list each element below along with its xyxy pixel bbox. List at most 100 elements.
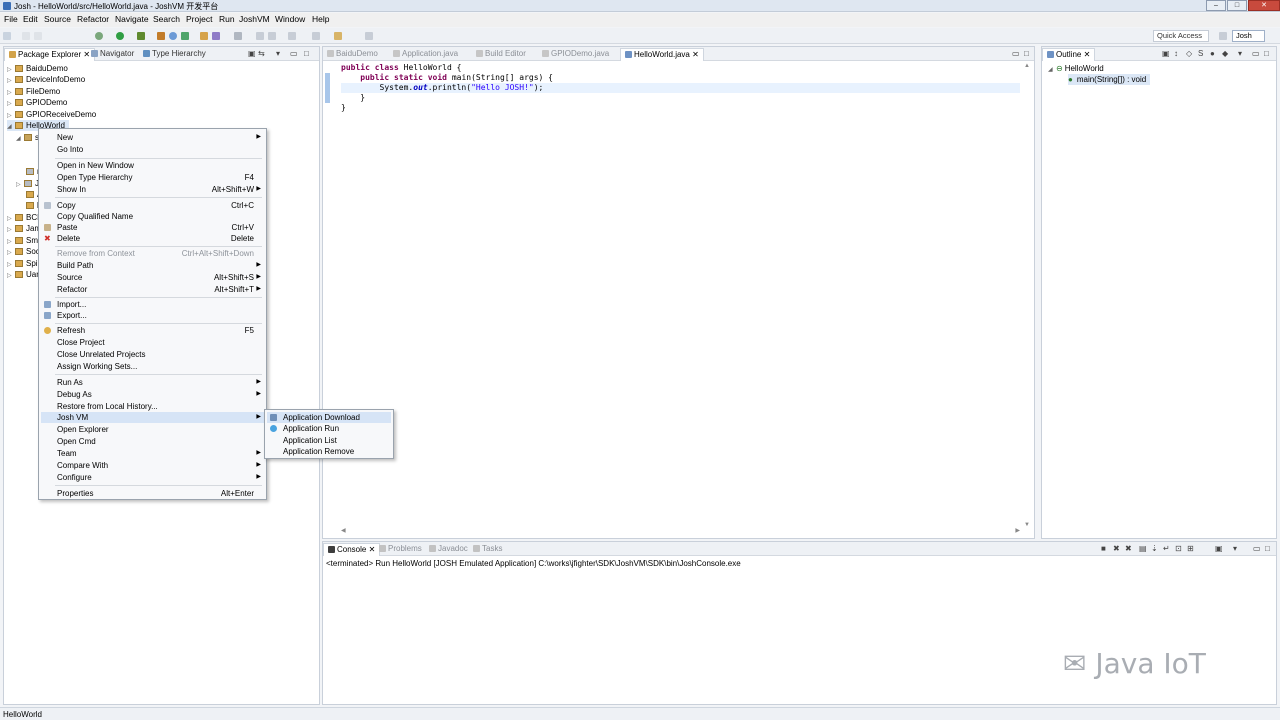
minimize-button[interactable]: – xyxy=(1206,0,1226,11)
menu-item-paste[interactable]: Paste Ctrl+V xyxy=(41,222,264,233)
submenu-application-run[interactable]: Application Run xyxy=(267,423,391,434)
back-icon[interactable] xyxy=(312,32,320,40)
menu-item-open-explorer[interactable]: Open Explorer xyxy=(41,424,264,435)
link-editor-icon[interactable]: ⇆ xyxy=(258,49,265,58)
code-area[interactable]: public class HelloWorld { public static … xyxy=(341,63,553,113)
scroll-lock-icon[interactable]: ⇣ xyxy=(1151,544,1158,553)
view-menu-icon[interactable]: ▾ xyxy=(1238,49,1242,58)
menu-item-configure[interactable]: Configure ▶ xyxy=(41,472,264,483)
scroll-left-icon[interactable]: ◀ xyxy=(341,527,346,534)
menu-item-close-project[interactable]: Close Project xyxy=(41,337,264,348)
hide-nonpublic-icon[interactable]: ● xyxy=(1210,49,1215,58)
maximize-button[interactable]: □ xyxy=(1227,0,1247,11)
tab-helloworld-java[interactable]: HelloWorld.java ✕ xyxy=(620,48,704,61)
outline-method-row[interactable]: ● main(String[]) : void xyxy=(1068,74,1151,85)
minimize-view-icon[interactable]: ▭ xyxy=(290,49,298,58)
minimize-view-icon[interactable]: ▭ xyxy=(1012,49,1020,58)
menu-item-delete[interactable]: ✖ Delete Delete xyxy=(41,233,264,244)
menu-item-refresh[interactable]: Refresh F5 xyxy=(41,325,264,336)
forward-icon[interactable] xyxy=(334,32,342,40)
outline-class-row[interactable]: ◢ ⊖ HelloWorld xyxy=(1048,63,1104,74)
menu-file[interactable]: File xyxy=(4,14,18,24)
last-edit-location-icon[interactable] xyxy=(288,32,296,40)
tree-project-filedemo[interactable]: ▷ FileDemo xyxy=(7,86,60,97)
menu-item-copy[interactable]: Copy Ctrl+C xyxy=(41,200,264,211)
search-icon[interactable] xyxy=(212,32,220,40)
menu-help[interactable]: Help xyxy=(312,14,329,24)
tab-package-explorer[interactable]: Package Explorer ✕ xyxy=(4,48,96,61)
menu-item-export[interactable]: Export... xyxy=(41,310,264,321)
next-annotation-icon[interactable] xyxy=(256,32,264,40)
new-class-icon[interactable] xyxy=(181,32,189,40)
menu-item-remove-from-context[interactable]: Remove from Context Ctrl+Alt+Shift+Down xyxy=(41,248,264,259)
tab-console[interactable]: Console ✕ xyxy=(323,543,381,556)
quick-access-input[interactable]: Quick Access xyxy=(1153,30,1209,42)
hide-fields-icon[interactable]: ◇ xyxy=(1186,49,1192,58)
tree-project-baidudemo[interactable]: ▷ BaiduDemo xyxy=(7,63,68,74)
tree-child-src[interactable]: ◢ s xyxy=(16,132,39,143)
menu-item-restore-local-history[interactable]: Restore from Local History... xyxy=(41,401,264,412)
menu-source[interactable]: Source xyxy=(44,14,71,24)
hide-local-types-icon[interactable]: ◆ xyxy=(1222,49,1228,58)
open-type-icon[interactable] xyxy=(200,32,208,40)
new-icon[interactable] xyxy=(3,32,11,40)
vertical-scrollbar[interactable]: ▲ ▼ xyxy=(1024,63,1032,528)
menu-item-josh-vm[interactable]: Josh VM ▶ xyxy=(41,412,264,423)
submenu-application-remove[interactable]: Application Remove xyxy=(267,446,391,457)
menu-joshvm[interactable]: JoshVM xyxy=(239,14,270,24)
menu-refactor[interactable]: Refactor xyxy=(77,14,109,24)
menu-search[interactable]: Search xyxy=(153,14,180,24)
word-wrap-icon[interactable]: ↵ xyxy=(1163,544,1170,553)
tab-type-hierarchy[interactable]: Type Hierarchy xyxy=(143,49,206,58)
minimize-view-icon[interactable]: ▭ xyxy=(1253,544,1261,553)
menu-item-compare-with[interactable]: Compare With ▶ xyxy=(41,460,264,471)
pin-editor-icon[interactable] xyxy=(365,32,373,40)
menu-window[interactable]: Window xyxy=(275,14,305,24)
tab-build-editor[interactable]: Build Editor xyxy=(476,49,526,58)
clear-console-icon[interactable]: ▤ xyxy=(1139,544,1147,553)
pin-console-icon[interactable]: ⊡ xyxy=(1175,544,1182,553)
tab-application-java[interactable]: Application.java xyxy=(393,49,458,58)
menu-item-copy-qualified-name[interactable]: Copy Qualified Name xyxy=(41,211,264,222)
tree-project-soc[interactable]: ▷ Soc xyxy=(7,246,40,257)
menu-item-assign-working-sets[interactable]: Assign Working Sets... xyxy=(41,361,264,372)
toggle-mark-occurrences-icon[interactable] xyxy=(234,32,242,40)
menu-run[interactable]: Run xyxy=(219,14,235,24)
debug-icon[interactable] xyxy=(95,32,103,40)
menu-item-open-type-hierarchy[interactable]: Open Type Hierarchy F4 xyxy=(41,172,264,183)
menu-item-refactor[interactable]: Refactor Alt+Shift+T ▶ xyxy=(41,284,264,295)
tab-javadoc[interactable]: Javadoc xyxy=(429,544,468,553)
collapse-arrow-icon[interactable]: ◢ xyxy=(7,122,15,133)
menu-item-open-new-window[interactable]: Open in New Window xyxy=(41,160,264,171)
menu-item-run-as[interactable]: Run As ▶ xyxy=(41,377,264,388)
scroll-up-icon[interactable]: ▲ xyxy=(1024,63,1030,69)
remove-launch-icon[interactable]: ✖ xyxy=(1113,544,1120,553)
close-tab-icon[interactable]: ✕ xyxy=(1084,50,1091,59)
display-console-icon[interactable]: ⊞ xyxy=(1187,544,1194,553)
tree-project-jam[interactable]: ▷ Jam xyxy=(7,223,41,234)
new-java-project-icon[interactable] xyxy=(157,32,165,40)
close-button[interactable]: ✕ xyxy=(1248,0,1280,11)
sort-icon[interactable]: ↕ xyxy=(1174,49,1178,58)
hide-static-icon[interactable]: S xyxy=(1198,49,1203,58)
terminate-icon[interactable]: ■ xyxy=(1101,544,1106,553)
maximize-view-icon[interactable]: □ xyxy=(1264,49,1269,58)
view-menu-icon[interactable]: ▾ xyxy=(1233,544,1237,553)
expand-arrow-icon[interactable]: ▷ xyxy=(16,180,24,191)
new-package-icon[interactable] xyxy=(169,32,177,40)
tab-outline[interactable]: Outline ✕ xyxy=(1042,48,1096,61)
expand-arrow-icon[interactable]: ▷ xyxy=(7,271,15,282)
menu-project[interactable]: Project xyxy=(186,14,212,24)
menu-item-show-in[interactable]: Show In Alt+Shift+W ▶ xyxy=(41,184,264,195)
maximize-view-icon[interactable]: □ xyxy=(1024,49,1029,58)
external-tools-icon[interactable] xyxy=(137,32,145,40)
collapse-all-icon[interactable]: ▣ xyxy=(1162,49,1170,58)
menu-item-properties[interactable]: Properties Alt+Enter xyxy=(41,488,264,499)
collapse-all-icon[interactable]: ▣ xyxy=(248,49,256,58)
open-perspective-icon[interactable] xyxy=(1219,32,1227,40)
close-tab-icon[interactable]: ✕ xyxy=(692,50,699,59)
collapse-arrow-icon[interactable]: ◢ xyxy=(1048,65,1056,76)
tab-tasks[interactable]: Tasks xyxy=(473,544,502,553)
tab-baidudemo[interactable]: BaiduDemo xyxy=(327,49,378,58)
close-tab-icon[interactable]: ✕ xyxy=(83,50,90,59)
